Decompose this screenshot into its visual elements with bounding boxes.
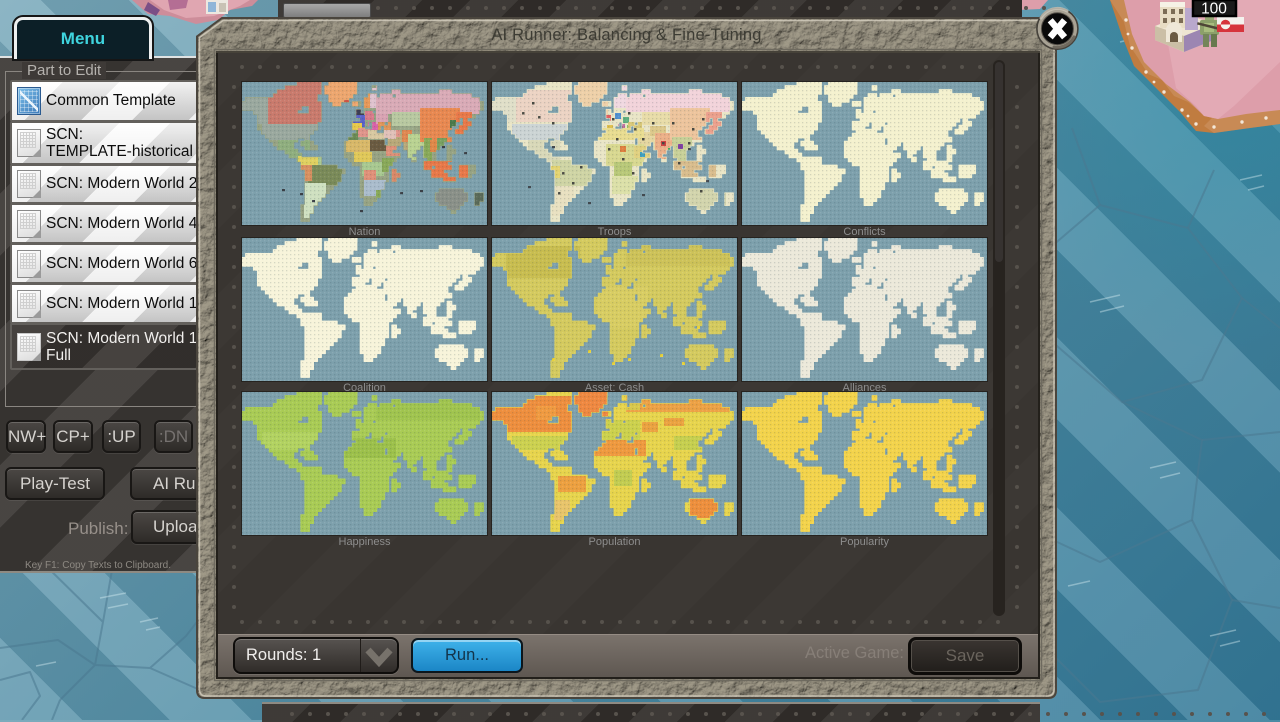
svg-text:100: 100 (1201, 1, 1227, 18)
